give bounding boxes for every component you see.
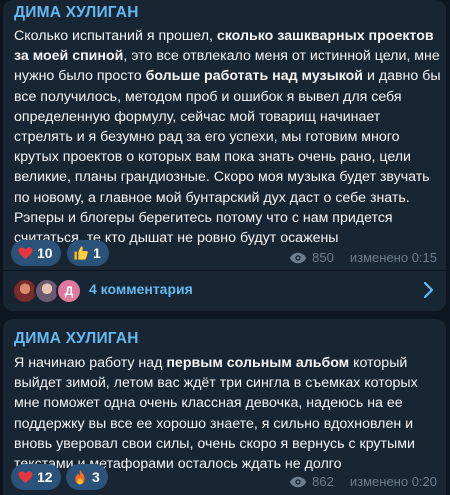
reaction-count: 1 [93,245,101,261]
reaction-heart[interactable]: 10 [11,240,61,266]
reaction-count: 10 [37,245,53,261]
reaction-count: 12 [37,469,53,485]
post-meta: 850 изменено 0:15 [289,250,437,265]
edited-label: изменено 0:15 [349,250,437,265]
post-author[interactable]: ДИМА ХУЛИГАН [14,4,139,22]
text-segment: который выйдет зимой, летом вас ждёт три… [14,355,418,473]
edited-label: изменено 0:20 [349,474,437,489]
channel-post: ДИМА ХУЛИГАН Я начинаю работу над первым… [3,319,446,495]
reaction-count: 3 [92,469,100,485]
eye-icon [289,476,307,488]
reaction-thumbs-up[interactable]: 1 [67,240,109,266]
chevron-right-icon [420,280,436,300]
view-count: 850 [312,250,334,265]
thumbs-up-icon [73,245,89,261]
text-segment: Я начинаю работу над [14,355,167,371]
comments-link[interactable]: Д 4 комментария [3,271,446,311]
text-segment: Сколько испытаний я прошел, [14,28,217,44]
heart-icon [17,245,33,261]
post-text: Я начинаю работу над первым сольным альб… [14,353,442,474]
avatar-letter: Д [56,278,82,304]
fire-icon [72,469,88,485]
post-text: Сколько испытаний я прошел, сколько зашк… [14,26,442,248]
heart-icon [17,469,33,485]
reaction-fire[interactable]: 3 [66,464,108,490]
text-segment-bold: больше работать над музыкой [145,68,364,85]
reaction-heart[interactable]: 12 [11,464,61,490]
text-segment-bold: первым сольным альбом [166,355,350,371]
channel-post: ДИМА ХУЛИГАН Сколько испытаний я прошел,… [3,0,446,311]
eye-icon [289,252,307,264]
text-segment: и давно бы все получилось, методом проб … [14,68,441,247]
view-count: 862 [312,474,334,489]
comments-label: 4 комментария [89,281,193,297]
post-author[interactable]: ДИМА ХУЛИГАН [14,330,139,348]
post-meta: 862 изменено 0:20 [289,474,437,489]
